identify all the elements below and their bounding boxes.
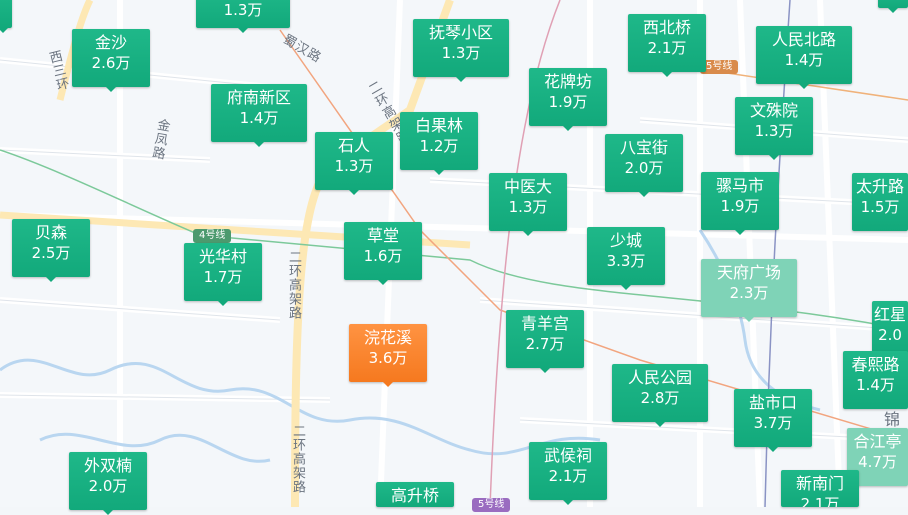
area-marker-renmin-beilu[interactable]: 人民北路 1.4万 — [756, 26, 852, 89]
area-marker-gaoshengqiao[interactable]: 高升桥 — [376, 482, 454, 507]
area-marker-renmin-gongyuan[interactable]: 人民公园 2.8万 — [612, 364, 708, 427]
area-marker-jinsha[interactable]: 金沙 2.6万 — [72, 29, 150, 92]
area-marker-babaojie[interactable]: 八宝街 2.0万 — [605, 134, 683, 197]
area-marker-funan-xinqu[interactable]: 府南新区 1.4万 — [211, 84, 307, 147]
area-marker-caotang[interactable]: 草堂 1.6万 — [344, 222, 422, 285]
area-marker-chunxilu[interactable]: 春熙路 1.4万 — [843, 351, 908, 409]
area-marker-shaocheng[interactable]: 少城 3.3万 — [587, 227, 665, 290]
area-marker-luomashi[interactable]: 骡马市 1.9万 — [701, 172, 779, 235]
area-marker-huanhuaxi-selected[interactable]: 浣花溪 3.6万 — [349, 324, 427, 387]
area-marker-wenshuyuan[interactable]: 文殊院 1.3万 — [735, 97, 813, 160]
metro-line-4-badge: 4号线 — [193, 229, 232, 243]
map-canvas[interactable]: 蜀汉路 西三环 金凤路 二环高架路 二环高架路 二环高架路 锦 4号线 5号线 … — [0, 0, 908, 515]
area-marker-waishuangnan[interactable]: 外双楠 2.0万 — [69, 452, 147, 515]
area-marker-fuqin-xiaoqu[interactable]: 抚琴小区 1.3万 — [413, 19, 509, 82]
area-marker-xinnanmen[interactable]: 新南门 2.1万 — [781, 470, 859, 507]
area-marker-qingyanggong[interactable]: 青羊宫 2.7万 — [506, 310, 584, 373]
area-marker[interactable]: 1.3万 — [196, 0, 290, 33]
area-marker-baiguolin[interactable]: 白果林 1.2万 — [400, 112, 478, 175]
area-marker-taishenglu[interactable]: 太升路 1.5万 — [852, 173, 908, 231]
area-marker-partial-top-right[interactable] — [878, 0, 908, 13]
area-marker-partial-left[interactable] — [0, 0, 12, 33]
area-marker-tianfu-guangchang[interactable]: 天府广场 2.3万 — [701, 259, 797, 322]
area-marker-guanghuacun[interactable]: 光华村 1.7万 — [184, 243, 262, 306]
area-marker-shiren[interactable]: 石人 1.3万 — [315, 132, 393, 195]
area-marker-zhongyida[interactable]: 中医大 1.3万 — [489, 173, 567, 236]
area-marker-beisen[interactable]: 贝森 2.5万 — [12, 219, 90, 282]
metro-line-5-badge-bottom: 5号线 — [472, 498, 511, 512]
area-marker-huapaifang[interactable]: 花牌坊 1.9万 — [529, 68, 607, 131]
area-marker-wuhouci[interactable]: 武侯祠 2.1万 — [529, 442, 607, 505]
area-marker-xibeiqiao[interactable]: 西北桥 2.1万 — [628, 14, 706, 77]
area-marker-yanshikou[interactable]: 盐市口 3.7万 — [734, 389, 812, 452]
